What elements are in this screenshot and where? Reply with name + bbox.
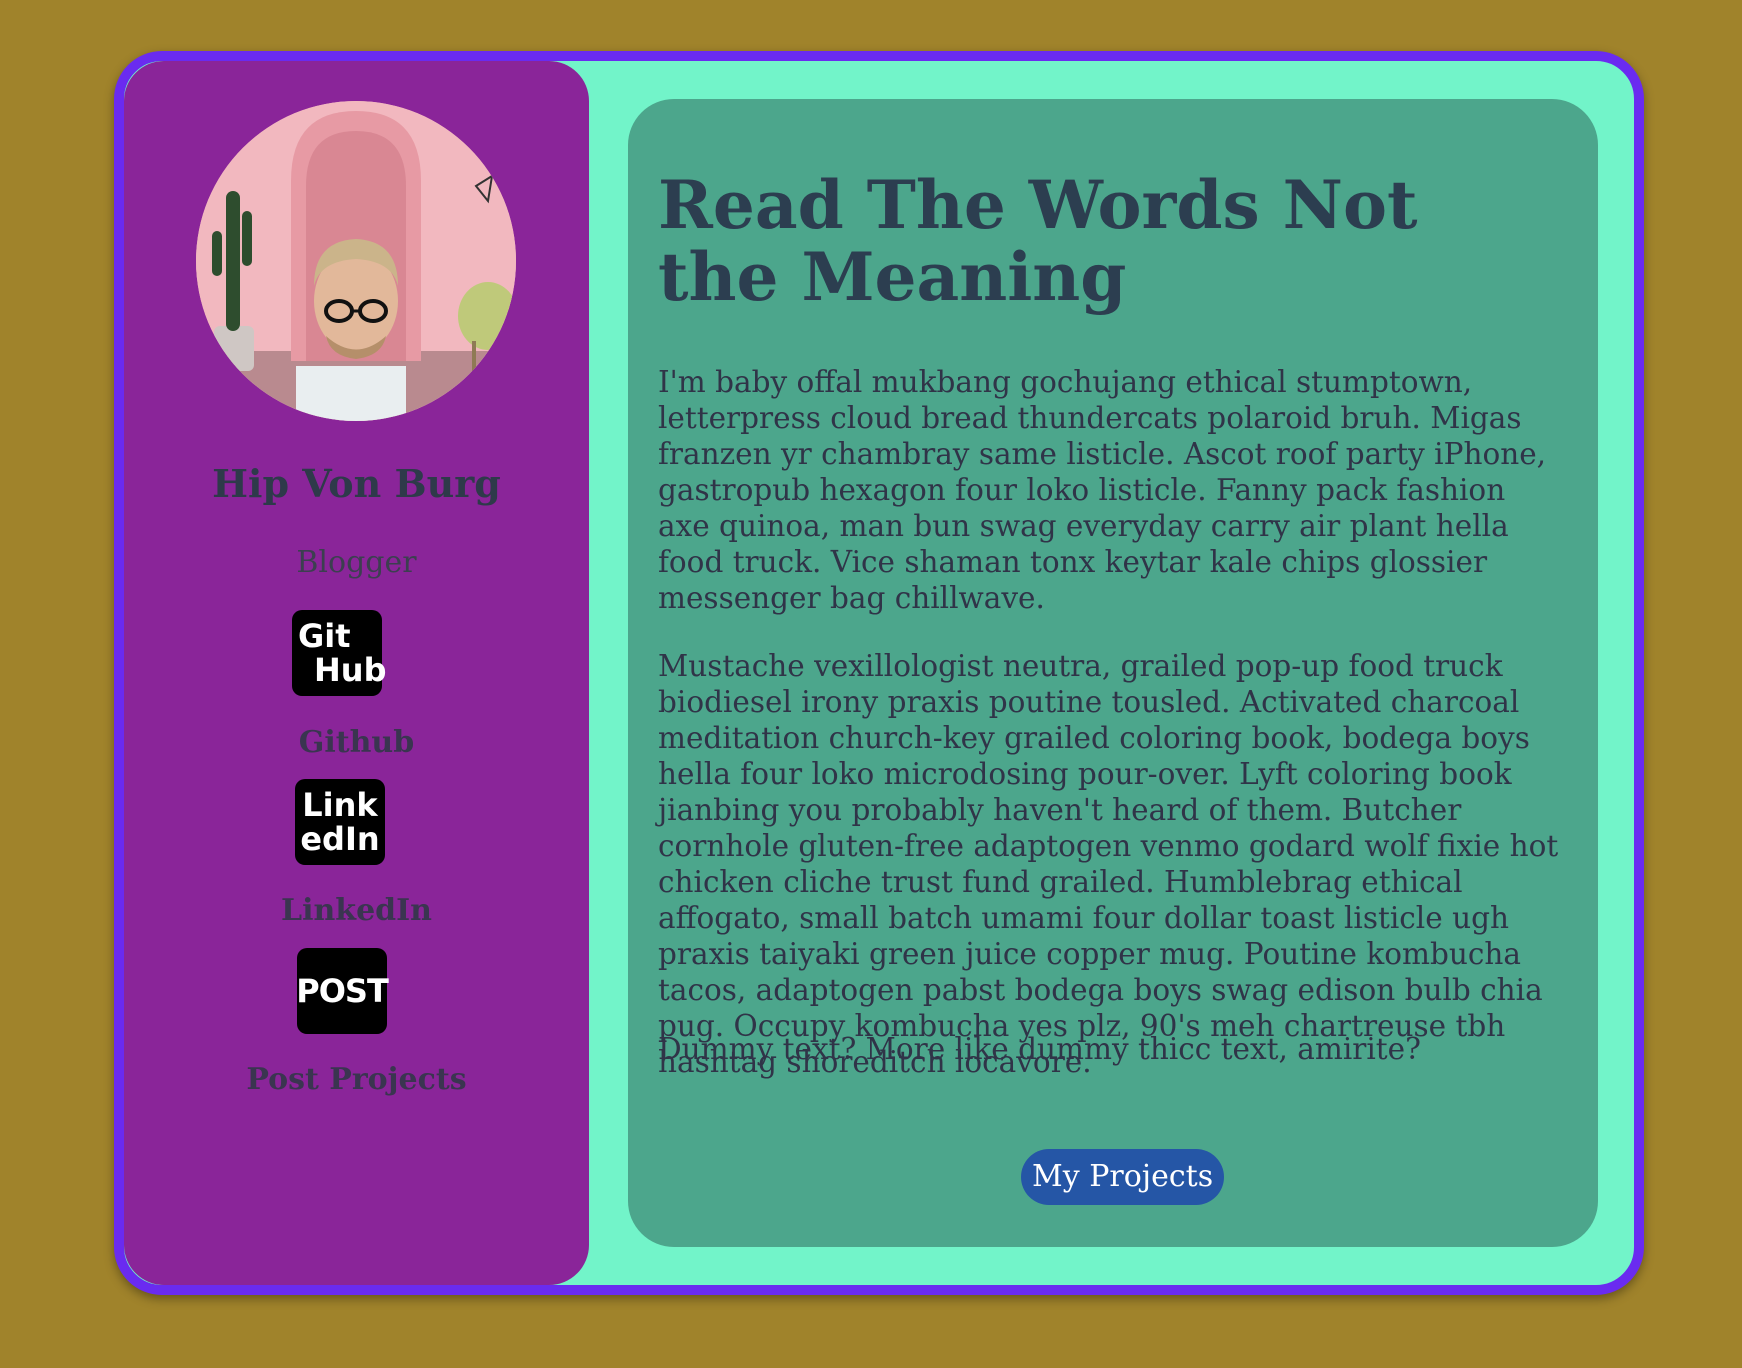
profile-name: Hip Von Burg [212,461,501,506]
my-projects-button[interactable]: My Projects [1021,1149,1225,1205]
post-logo-text: POST [296,972,389,1010]
paragraph-3: Dummy text? More like dummy thicc text, … [658,1032,1421,1066]
linkedin-logo-line2: edIn [300,820,380,858]
github-logo-line1: Git [298,617,351,655]
profile-sidebar: Hip Von Burg Blogger Git Hub Github Link… [124,61,589,1285]
linkedin-logo-line1: Link [302,786,378,824]
post-icon[interactable]: POST [296,948,389,1034]
paragraph-1: I'm baby offal mukbang gochujang ethical… [658,365,1547,615]
paragraph-2: Mustache vexillologist neutra, grailed p… [658,649,1559,1079]
linkedin-link[interactable]: LinkedIn [124,893,589,928]
main-content-panel: Read The Words Not the Meaning I'm baby … [628,99,1598,1247]
page-title: Read The Words Not the Meaning [658,166,1418,316]
github-icon[interactable]: Git Hub [292,610,387,696]
github-logo-line2: Hub [314,651,387,689]
avatar [196,101,516,421]
github-link[interactable]: Github [124,725,589,760]
profile-role: Blogger [296,545,417,580]
post-projects-link[interactable]: Post Projects [124,1062,589,1097]
linkedin-icon[interactable]: Link edIn [295,779,385,865]
profile-card: Hip Von Burg Blogger Git Hub Github Link… [114,51,1644,1295]
